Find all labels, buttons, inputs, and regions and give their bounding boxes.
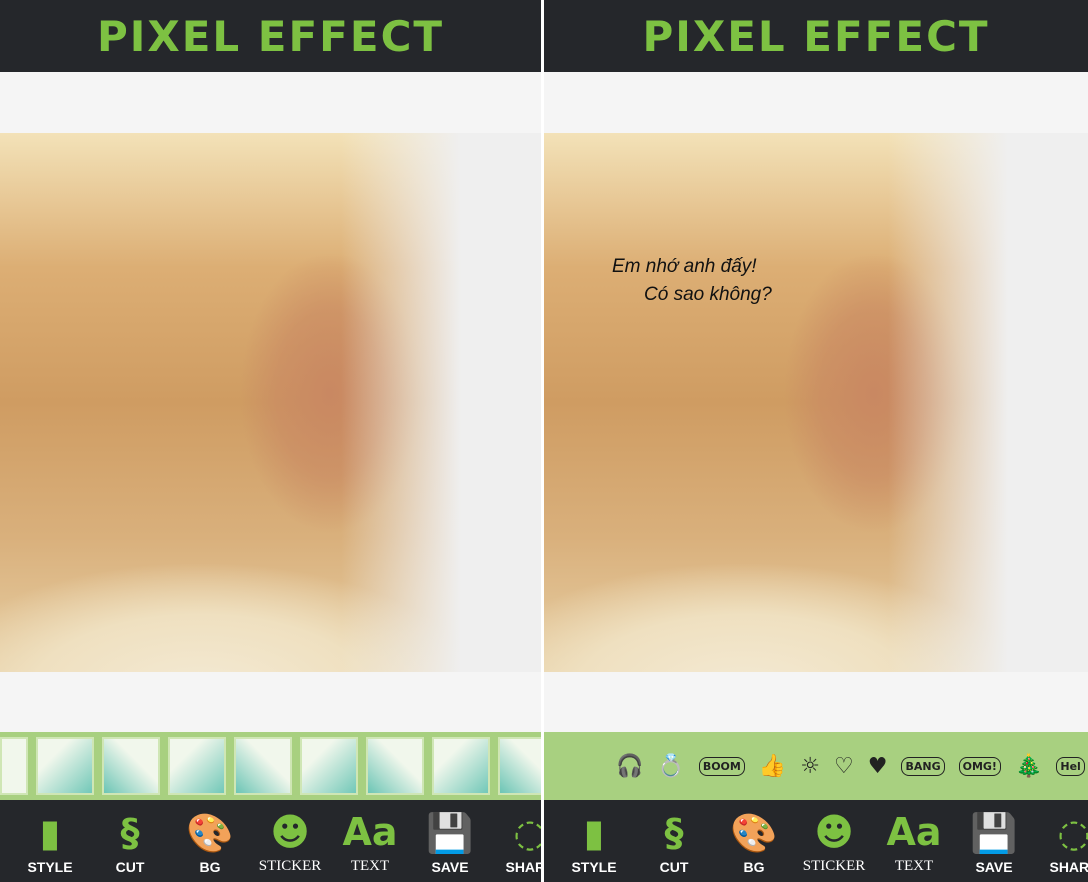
tool-text-button[interactable]: Aa TEXT (874, 800, 954, 882)
tool-label: SAVE (975, 859, 1013, 875)
headphones-icon[interactable]: 🎧 (616, 754, 643, 779)
caption-line-1: Em nhớ anh đấy! (612, 256, 757, 277)
hearts-icon[interactable]: ♡ (834, 754, 854, 779)
tree-icon[interactable]: 🎄 (1015, 754, 1042, 779)
background-strip[interactable] (0, 732, 541, 800)
palette-icon: 🎨 (186, 811, 234, 855)
tool-cut-button[interactable]: § CUT (90, 800, 170, 882)
app-title: PIXEL EFFECT (642, 11, 990, 61)
tool-label: TEXT (894, 858, 934, 874)
tool-label: BG (199, 859, 221, 875)
background-thumbnail[interactable] (102, 737, 160, 795)
background-thumbnail[interactable] (432, 737, 490, 795)
palette-icon: 🎨 (730, 811, 778, 855)
background-thumbnail[interactable] (36, 737, 94, 795)
boom-sticker[interactable]: BOOM (698, 756, 745, 776)
cut-icon: § (120, 811, 140, 855)
bang-sticker[interactable]: BANG (901, 756, 945, 776)
tool-label: SHARE (505, 859, 541, 875)
floppy-disk-icon: 💾 (970, 811, 1018, 855)
style-icon: ▮ (39, 811, 61, 855)
tool-style-button[interactable]: ▮ STYLE (10, 800, 90, 882)
app-header: PIXEL EFFECT (0, 0, 541, 72)
screen-style: PIXEL EFFECT ▮ STYLE § CUT 🎨 BG ☻ STICKER Aa TEXT… (0, 0, 541, 882)
tool-label: BG (743, 859, 765, 875)
tool-bg-button[interactable]: 🎨 BG (714, 800, 794, 882)
tool-label: CUT (115, 859, 145, 875)
background-thumbnail[interactable] (498, 737, 541, 795)
thumbs-up-icon[interactable]: 👍 (759, 754, 786, 779)
smiley-icon: ☻ (814, 810, 854, 854)
text-icon: Aa (886, 810, 942, 854)
cut-icon: § (664, 811, 684, 855)
pixel-dispersion-effect (341, 133, 541, 672)
background-thumbnail[interactable] (300, 737, 358, 795)
tool-label: STICKER (802, 858, 866, 874)
pixel-dispersion-effect (888, 133, 1088, 672)
omg-sticker[interactable]: OMG! (958, 756, 1001, 776)
tool-sticker-button[interactable]: ☻ STICKER (794, 800, 874, 882)
sun-icon[interactable]: ☼ (800, 754, 820, 779)
screen-sticker: PIXEL EFFECT Em nhớ anh đấy! Có sao khôn… (544, 0, 1088, 882)
caption-line-2: Có sao không? (644, 284, 772, 305)
bottom-toolbar: ▮ STYLE § CUT 🎨 BG ☻ STICKER Aa TEXT 💾 SAVE ◌ SHARE (0, 800, 541, 882)
tool-bg-button[interactable]: 🎨 BG (170, 800, 250, 882)
ring-icon[interactable]: 💍 (657, 754, 684, 779)
hello-sticker[interactable]: Hel (1056, 756, 1085, 776)
tool-style-button[interactable]: ▮ STYLE (554, 800, 634, 882)
sticker-strip[interactable]: 🎧 💍 BOOM 👍 ☼ ♡ ♥ BANG OMG! 🎄 Hel (544, 732, 1088, 800)
app-header: PIXEL EFFECT (544, 0, 1088, 72)
smiley-icon: ☻ (270, 810, 310, 854)
tool-label: SHARE (1049, 859, 1088, 875)
tool-save-button[interactable]: 💾 SAVE (954, 800, 1034, 882)
background-thumbnail[interactable] (234, 737, 292, 795)
tool-text-button[interactable]: Aa TEXT (330, 800, 410, 882)
share-icon: ◌ (513, 811, 541, 855)
tool-cut-button[interactable]: § CUT (634, 800, 714, 882)
background-thumbnail[interactable] (168, 737, 226, 795)
photo-canvas[interactable] (0, 133, 541, 672)
photo-canvas[interactable]: Em nhớ anh đấy! Có sao không? (544, 133, 1088, 672)
tool-label: TEXT (350, 858, 390, 874)
tool-sticker-button[interactable]: ☻ STICKER (250, 800, 330, 882)
app-title: PIXEL EFFECT (96, 11, 445, 61)
tool-label: STYLE (27, 859, 73, 875)
floppy-disk-icon: 💾 (426, 811, 474, 855)
tool-label: SAVE (431, 859, 469, 875)
tool-label: CUT (659, 859, 689, 875)
tool-share-button[interactable]: ◌ SHARE (490, 800, 541, 882)
background-thumbnail[interactable] (0, 737, 28, 795)
style-icon: ▮ (583, 811, 605, 855)
text-caption[interactable]: Em nhớ anh đấy! Có sao không? (612, 253, 772, 309)
background-thumbnail[interactable] (366, 737, 424, 795)
tool-save-button[interactable]: 💾 SAVE (410, 800, 490, 882)
share-icon: ◌ (1057, 811, 1088, 855)
tool-share-button[interactable]: ◌ SHARE (1034, 800, 1088, 882)
tool-label: STYLE (571, 859, 617, 875)
text-icon: Aa (342, 810, 398, 854)
small-hearts-icon[interactable]: ♥ (868, 754, 888, 779)
bottom-toolbar: ▮ STYLE § CUT 🎨 BG ☻ STICKER Aa TEXT 💾 SAVE ◌ SHARE (544, 800, 1088, 882)
tool-label: STICKER (258, 858, 322, 874)
